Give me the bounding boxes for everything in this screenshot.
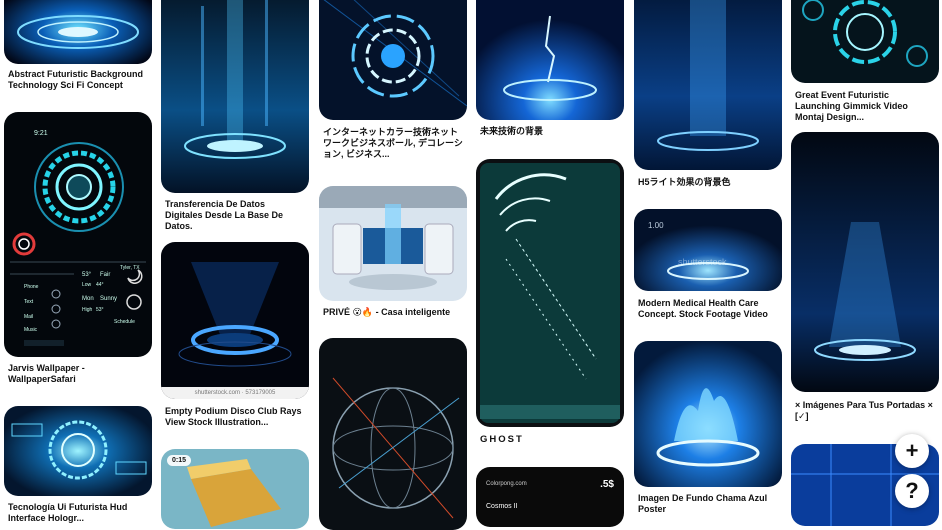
hud-low-val: 44°	[96, 282, 104, 288]
pin-image[interactable]: Colorpong.com .5$ Cosmos II	[476, 467, 624, 527]
hud-interface-image	[4, 406, 152, 496]
hud-menu-mail: Mail	[24, 314, 34, 320]
pin-image[interactable]	[791, 132, 939, 392]
hud-time: 9:21	[34, 130, 48, 137]
site-label: Colorpong.com	[486, 481, 527, 487]
pin-title[interactable]: Modern Medical Health Care Concept. Stoc…	[638, 298, 778, 320]
globe-wireframe-image	[319, 338, 467, 530]
pin-image[interactable]	[319, 186, 467, 301]
pin-image[interactable]: 1.00 shutterstock	[634, 209, 782, 291]
hud-schedule: Schedule	[114, 319, 135, 325]
pin-title[interactable]: Great Event Futuristic Launching Gimmick…	[795, 90, 935, 123]
pin-title[interactable]: インターネットカラー技術ネットワークビジネスボール, デコレーション, ビジネス…	[323, 127, 463, 160]
watermark-text: shutterstock.com · 573179005	[194, 390, 276, 396]
data-transfer-image	[161, 0, 309, 193]
hud-temp: 53°	[82, 272, 92, 278]
pin-image[interactable]	[791, 0, 939, 83]
pin-image[interactable]	[319, 0, 467, 120]
pin-image[interactable]: 9:21 Tyler, TX 53° Fair Low 44° Mon Sunn…	[4, 112, 152, 357]
hud-menu-text: Text	[24, 299, 34, 305]
pin-title[interactable]: 未来技術の背景	[480, 126, 620, 137]
pin-image[interactable]	[161, 0, 309, 193]
pin-title[interactable]: H5ライト効果の背景色	[638, 177, 778, 188]
light-beam-image	[634, 0, 782, 170]
pin-image[interactable]: shutterstock.com · 573179005	[161, 242, 309, 399]
pin-title[interactable]: GHOST	[480, 434, 620, 445]
pin-title[interactable]: Transferencia De Datos Digitales Desde L…	[165, 199, 305, 232]
hud-low: Low	[82, 282, 92, 288]
video-duration-badge: 0:15	[167, 455, 192, 466]
hud-high-val: 53°	[96, 307, 104, 313]
pin-image[interactable]	[476, 159, 624, 427]
blue-spotlight-image	[791, 132, 939, 392]
launching-gimmick-image	[791, 0, 939, 83]
overlay-text: 1.00	[648, 221, 664, 230]
hud-menu-music: Music	[24, 327, 38, 333]
hud-day: Mon	[82, 296, 94, 302]
pin-title[interactable]: Tecnología Ui Futurista Hud Interface Ho…	[8, 502, 148, 524]
pin-image[interactable]	[4, 0, 152, 64]
pin-title[interactable]: Jarvis Wallpaper - WallpaperSafari	[8, 363, 148, 385]
ghost-hud-image	[480, 163, 620, 423]
futuristic-rings-image	[4, 0, 152, 64]
pin-image[interactable]	[634, 341, 782, 487]
pin-image[interactable]	[476, 0, 624, 120]
price-label: .5$	[600, 479, 614, 490]
pin-title[interactable]: PRIVÉ 😮🔥 - Casa inteligente	[323, 307, 463, 318]
watermark-text: shutterstock	[678, 257, 727, 267]
pin-image[interactable]: 0:15	[161, 449, 309, 529]
hud-weather: Sunny	[100, 296, 118, 302]
pin-image[interactable]	[319, 338, 467, 530]
pin-image[interactable]	[4, 406, 152, 496]
pin-title[interactable]: Empty Podium Disco Club Rays View Stock …	[165, 406, 305, 428]
hud-cond: Fair	[100, 272, 111, 278]
pin-title[interactable]: × Imágenes Para Tus Portadas × [✓]	[795, 400, 935, 422]
product-name: Cosmos II	[486, 503, 518, 510]
smart-home-room-image	[319, 186, 467, 301]
blue-flame-image	[634, 341, 782, 487]
hud-city: Tyler, TX	[120, 265, 140, 271]
hud-high: High	[82, 307, 93, 313]
pin-title[interactable]: Imagen De Fundo Chama Azul Poster	[638, 493, 778, 515]
hud-menu-phone: Phone	[24, 284, 39, 290]
pin-image[interactable]	[634, 0, 782, 170]
future-tech-image	[476, 0, 624, 120]
podium-rays-image	[161, 242, 309, 399]
help-button[interactable]: ?	[895, 474, 929, 508]
add-button[interactable]: +	[895, 434, 929, 468]
pin-title[interactable]: Abstract Futuristic Background Technolog…	[8, 69, 148, 91]
network-ball-image	[319, 0, 467, 120]
